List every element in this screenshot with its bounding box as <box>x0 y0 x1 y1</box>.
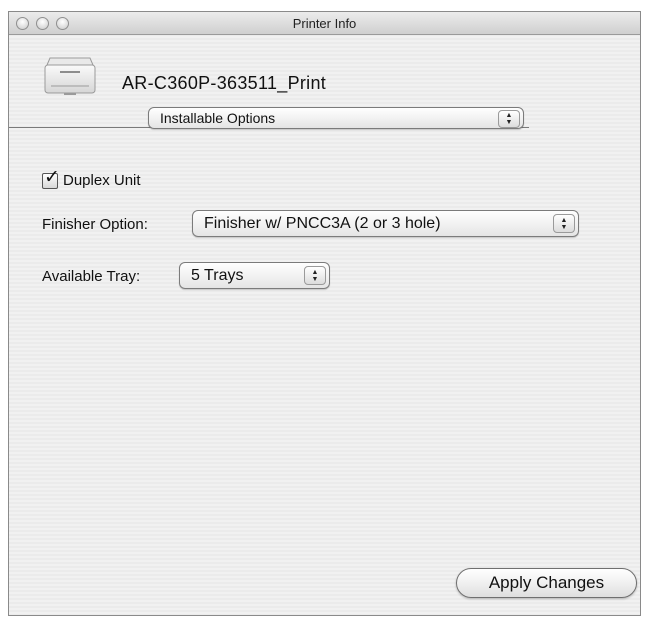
duplex-unit-checkbox[interactable]: ✓ <box>42 168 60 189</box>
checkmark-icon: ✓ <box>44 167 60 188</box>
printer-icon <box>44 57 96 95</box>
available-tray-label: Available Tray: <box>42 268 141 285</box>
apply-changes-button[interactable]: Apply Changes <box>456 568 637 598</box>
installable-options-popup[interactable]: Installable Options ▲ ▼ <box>148 107 524 129</box>
printer-name: AR-C360P-363511_Print <box>122 73 327 93</box>
finisher-option-label: Finisher Option: <box>42 216 148 233</box>
available-tray-value: 5 Trays <box>191 267 244 284</box>
popup-arrows-icon: ▲ ▼ <box>304 266 326 285</box>
printer-info-window: Printer Info AR-C360P-363511_Print Insta… <box>8 11 641 616</box>
window-title: Printer Info <box>292 16 357 31</box>
finisher-option-value: Finisher w/ PNCC3A (2 or 3 hole) <box>204 215 441 232</box>
title-bar[interactable]: Printer Info <box>9 12 640 35</box>
available-tray-popup[interactable]: 5 Trays ▲ ▼ <box>179 262 330 289</box>
finisher-option-popup[interactable]: Finisher w/ PNCC3A (2 or 3 hole) ▲ ▼ <box>192 210 579 237</box>
popup-arrows-icon: ▲ ▼ <box>498 110 520 128</box>
popup-arrows-icon: ▲ ▼ <box>553 214 575 233</box>
installable-options-value: Installable Options <box>160 110 276 126</box>
duplex-unit-label[interactable]: Duplex Unit <box>63 172 141 189</box>
